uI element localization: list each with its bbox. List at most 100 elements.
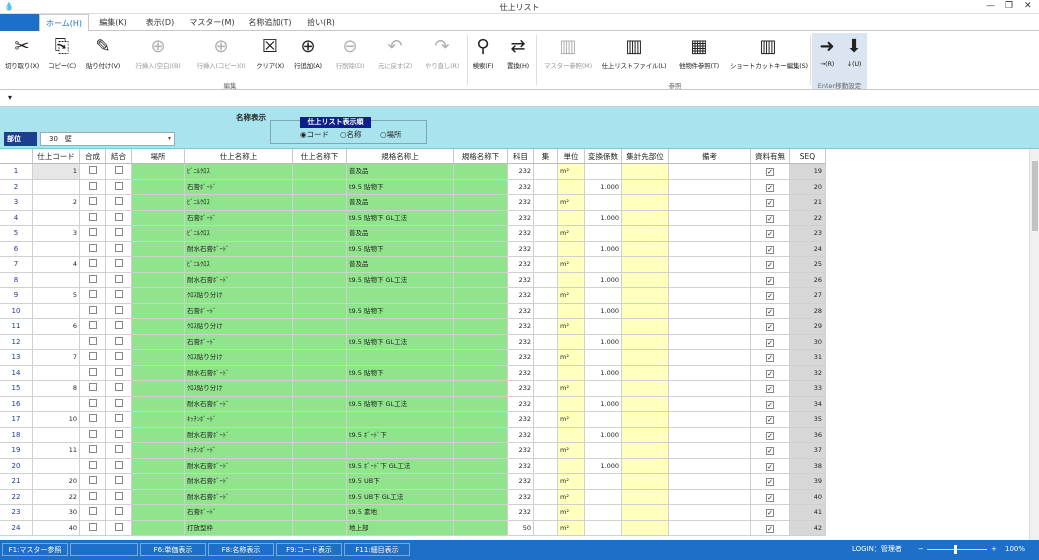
finish-name-lower-cell[interactable] bbox=[293, 489, 347, 505]
finish-name-lower-cell[interactable] bbox=[293, 226, 347, 242]
restore-icon[interactable]: ❐ bbox=[1005, 1, 1013, 11]
aggregate-target-cell[interactable] bbox=[622, 179, 669, 195]
aggregate-cell[interactable] bbox=[534, 474, 558, 490]
join-checkbox[interactable] bbox=[114, 398, 123, 407]
conversion-factor-cell[interactable] bbox=[585, 319, 622, 335]
remarks-cell[interactable] bbox=[669, 365, 751, 381]
spec-name-lower-cell[interactable] bbox=[454, 303, 508, 319]
unit-cell[interactable]: m² bbox=[558, 195, 585, 211]
material-cell[interactable]: ✓ bbox=[751, 241, 790, 257]
material-cell[interactable]: ✓ bbox=[751, 381, 790, 397]
unit-cell[interactable] bbox=[558, 241, 585, 257]
join-checkbox[interactable] bbox=[114, 491, 123, 500]
remarks-cell[interactable] bbox=[669, 489, 751, 505]
place-cell[interactable] bbox=[132, 164, 185, 180]
remarks-cell[interactable] bbox=[669, 427, 751, 443]
composite-cell[interactable] bbox=[80, 272, 106, 288]
remarks-cell[interactable] bbox=[669, 319, 751, 335]
finish-name-lower-cell[interactable] bbox=[293, 334, 347, 350]
finish-code-cell[interactable]: 40 bbox=[33, 520, 80, 536]
spec-name-lower-cell[interactable] bbox=[454, 443, 508, 459]
join-checkbox[interactable] bbox=[114, 212, 123, 221]
aggregate-target-cell[interactable] bbox=[622, 427, 669, 443]
material-checkbox[interactable]: ✓ bbox=[766, 524, 774, 533]
unit-cell[interactable]: m² bbox=[558, 257, 585, 273]
aggregate-target-cell[interactable] bbox=[622, 365, 669, 381]
unit-cell[interactable]: m² bbox=[558, 350, 585, 366]
finish-code-cell[interactable] bbox=[33, 179, 80, 195]
spec-name-upper-cell[interactable]: t9.5 UB下 bbox=[347, 474, 454, 490]
composite-checkbox[interactable] bbox=[88, 166, 97, 174]
composite-checkbox[interactable] bbox=[88, 445, 97, 453]
aggregate-target-cell[interactable] bbox=[622, 505, 669, 521]
composite-cell[interactable] bbox=[80, 489, 106, 505]
spec-name-upper-cell[interactable]: 普及品 bbox=[347, 226, 454, 242]
composite-cell[interactable] bbox=[80, 350, 106, 366]
conversion-factor-cell[interactable] bbox=[585, 505, 622, 521]
bui-select[interactable]: 30 壁 ▾ bbox=[40, 132, 175, 146]
remarks-cell[interactable] bbox=[669, 334, 751, 350]
finish-name-upper-cell[interactable]: ﾋﾞﾆﾙｸﾛｽ bbox=[185, 226, 293, 242]
material-cell[interactable]: ✓ bbox=[751, 319, 790, 335]
spec-name-lower-cell[interactable] bbox=[454, 505, 508, 521]
aggregate-cell[interactable] bbox=[534, 288, 558, 304]
remarks-cell[interactable] bbox=[669, 396, 751, 412]
composite-cell[interactable] bbox=[80, 365, 106, 381]
finish-name-upper-cell[interactable]: ﾋﾞﾆﾙｸﾛｽ bbox=[185, 257, 293, 273]
account-cell[interactable]: 232 bbox=[508, 443, 534, 459]
composite-checkbox[interactable] bbox=[88, 243, 97, 252]
unit-cell[interactable]: m² bbox=[558, 319, 585, 335]
conversion-factor-cell[interactable] bbox=[585, 257, 622, 273]
join-cell[interactable] bbox=[106, 443, 132, 459]
aggregate-target-cell[interactable] bbox=[622, 288, 669, 304]
finish-name-upper-cell[interactable]: ﾋﾞﾆﾙｸﾛｽ bbox=[185, 195, 293, 211]
conversion-factor-cell[interactable] bbox=[585, 489, 622, 505]
arrow-down-button[interactable]: ⬇ ↓(U) bbox=[841, 34, 867, 74]
join-checkbox[interactable] bbox=[114, 336, 123, 345]
remarks-cell[interactable] bbox=[669, 443, 751, 459]
join-checkbox[interactable] bbox=[114, 274, 123, 283]
remarks-cell[interactable] bbox=[669, 257, 751, 273]
material-cell[interactable]: ✓ bbox=[751, 520, 790, 536]
material-checkbox[interactable]: ✓ bbox=[766, 385, 774, 393]
row-number[interactable]: 7 bbox=[0, 257, 33, 273]
place-cell[interactable] bbox=[132, 427, 185, 443]
row-number[interactable]: 19 bbox=[0, 443, 33, 459]
aggregate-cell[interactable] bbox=[534, 195, 558, 211]
column-header[interactable]: 仕上名称上 bbox=[185, 149, 293, 164]
conversion-factor-cell[interactable] bbox=[585, 350, 622, 366]
composite-checkbox[interactable] bbox=[88, 507, 97, 515]
spec-name-upper-cell[interactable]: t9.5 貼物下 bbox=[347, 241, 454, 257]
spec-name-lower-cell[interactable] bbox=[454, 195, 508, 211]
place-cell[interactable] bbox=[132, 257, 185, 273]
aggregate-cell[interactable] bbox=[534, 257, 558, 273]
conversion-factor-cell[interactable] bbox=[585, 164, 622, 180]
spec-name-upper-cell[interactable]: t9.5 貼物下 GL工法 bbox=[347, 334, 454, 350]
place-cell[interactable] bbox=[132, 365, 185, 381]
remarks-cell[interactable] bbox=[669, 226, 751, 242]
insert-row-blank-button[interactable]: ⊕ 行挿入(空白)(B) bbox=[126, 34, 190, 74]
tab-edit[interactable]: 編集(K) bbox=[89, 14, 137, 31]
finish-code-cell[interactable]: 3 bbox=[33, 226, 80, 242]
account-cell[interactable]: 232 bbox=[508, 195, 534, 211]
column-header[interactable]: 科目 bbox=[508, 149, 534, 164]
join-cell[interactable] bbox=[106, 334, 132, 350]
column-header[interactable]: 結合 bbox=[106, 149, 132, 164]
spec-name-upper-cell[interactable]: t9.5 貼物下 bbox=[347, 365, 454, 381]
place-cell[interactable] bbox=[132, 288, 185, 304]
join-checkbox[interactable] bbox=[114, 414, 123, 422]
finish-code-cell[interactable]: 5 bbox=[33, 288, 80, 304]
remarks-cell[interactable] bbox=[669, 179, 751, 195]
finish-name-upper-cell[interactable]: 石膏ﾎﾞｰﾄﾞ bbox=[185, 334, 293, 350]
finish-name-lower-cell[interactable] bbox=[293, 474, 347, 490]
composite-checkbox[interactable] bbox=[88, 181, 97, 190]
material-cell[interactable]: ✓ bbox=[751, 365, 790, 381]
clear-button[interactable]: ☒ クリア(X) bbox=[252, 34, 288, 74]
row-number[interactable]: 11 bbox=[0, 319, 33, 335]
join-cell[interactable] bbox=[106, 210, 132, 226]
material-checkbox[interactable]: ✓ bbox=[766, 431, 774, 440]
tab-view[interactable]: 表示(D) bbox=[137, 14, 183, 31]
scrollbar-thumb[interactable] bbox=[1032, 161, 1038, 231]
material-checkbox[interactable]: ✓ bbox=[766, 478, 774, 486]
spec-name-lower-cell[interactable] bbox=[454, 164, 508, 180]
